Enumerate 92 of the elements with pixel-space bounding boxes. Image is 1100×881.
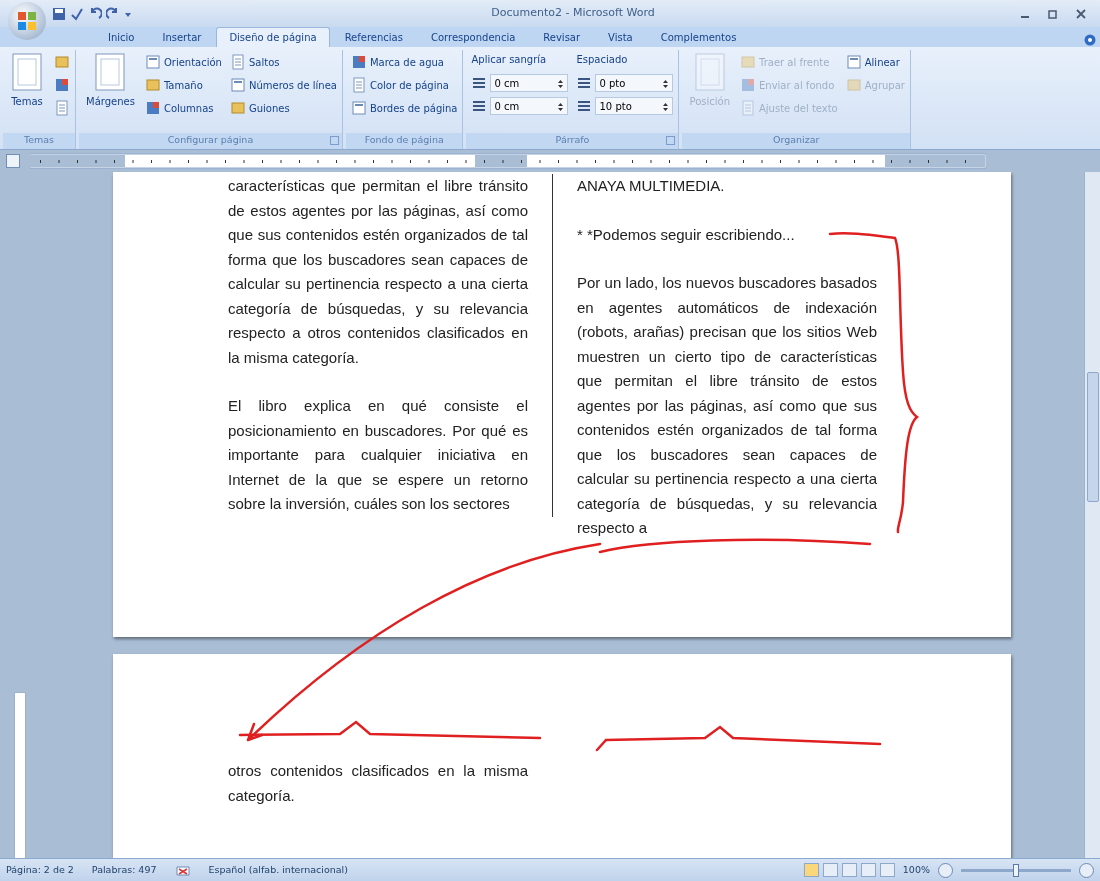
page-icon <box>10 52 44 92</box>
document-icon <box>845 54 862 70</box>
redo-icon[interactable] <box>106 6 120 21</box>
group-label: Fondo de página <box>345 133 463 149</box>
spin-field[interactable]: 0 cm <box>490 97 569 115</box>
group-label: Párrafo <box>466 133 679 149</box>
group-label: Organizar <box>682 133 910 149</box>
ribbon-button[interactable] <box>54 98 70 118</box>
spinner-arrows-icon[interactable] <box>557 101 565 113</box>
help-icon[interactable] <box>1084 34 1096 46</box>
group-heading: Espaciado <box>576 53 629 67</box>
ribbon-tab[interactable]: Insertar <box>149 27 215 47</box>
group-label: Configurar página <box>79 133 342 149</box>
paragraph: El libro explica en qué consiste el posicionamiento en buscadores. Por qué es importante para cualquier iniciativa en Internet de la que se espere un retorno sobre la inversión, cuáles son los sectores <box>228 396 528 514</box>
group-label: Temas <box>3 133 75 149</box>
tab-selector-button[interactable] <box>6 154 20 168</box>
indent-icon <box>471 76 488 90</box>
paragraph: Por un lado, los nuevos buscadores basados en agentes automáticos de indexación (robots, arañas) precisan que los sitios Web muestren un cierto tipo de características que permitan el libre tránsito de estos agentes por las páginas, así como que sus contenidos estén organizados de tal forma que los buscadores sean capaces de calcular su pertinencia respecto a una cierta categoría de búsquedas, y su relevancia respecto a <box>577 273 877 538</box>
folder-icon <box>54 54 70 70</box>
color-squares-icon <box>54 77 70 93</box>
word-count: Palabras: 497 <box>91 862 157 877</box>
ribbon-tab[interactable]: Referencias <box>331 27 416 47</box>
ribbon-tab[interactable]: Inicio <box>95 27 148 47</box>
zoom-in-button[interactable] <box>1079 862 1094 878</box>
ribbon-button[interactable]: Guiones <box>229 98 337 118</box>
view-button[interactable] <box>841 863 857 877</box>
language-label[interactable]: Español (alfab. internacional) <box>208 862 348 878</box>
paragraph: ANAYA MULTIMEDIA. <box>577 176 726 196</box>
page-icon <box>229 54 246 70</box>
spinner-arrows-icon[interactable] <box>557 78 565 90</box>
spinner-arrows-icon[interactable] <box>662 78 670 90</box>
document-icon <box>229 77 246 93</box>
restore-icon[interactable] <box>1048 8 1058 19</box>
ribbon-tab[interactable]: Revisar <box>530 27 594 47</box>
ribbon-button[interactable]: Bordes de página <box>350 98 458 118</box>
spin-field[interactable]: 0 pto <box>595 74 674 92</box>
dialog-launcher-button[interactable] <box>329 136 339 145</box>
scrollbar-thumb[interactable] <box>1086 372 1099 502</box>
office-button[interactable] <box>8 1 46 40</box>
folder-icon <box>144 77 161 93</box>
paragraph: características que permitan el libre tránsito de estos agentes por las páginas, así como que sus contenidos estén organizados de tal forma que los buscadores sean capaces de calcular su pertinencia respecto a una cierta categoría de búsquedas, y su relevancia respecto a otros contenidos clasificados en la misma categoría. <box>228 176 528 368</box>
page-icon <box>692 52 727 92</box>
view-button[interactable] <box>860 863 876 877</box>
zoom-out-button[interactable] <box>938 862 953 878</box>
window-title: Documento2 - Microsoft Word <box>490 5 656 22</box>
ribbon-button[interactable]: Temas <box>8 52 46 109</box>
page-icon <box>740 100 756 116</box>
ribbon-button[interactable]: Saltos <box>229 52 337 72</box>
ribbon-button[interactable]: Márgenes <box>84 52 137 109</box>
ribbon-button[interactable]: Tamaño <box>144 75 222 95</box>
folder-icon <box>740 54 756 70</box>
view-button[interactable] <box>822 863 838 877</box>
folder-icon <box>229 100 246 116</box>
spelling-icon[interactable] <box>174 863 191 877</box>
ribbon-button[interactable]: Alinear <box>845 52 905 72</box>
undo-icon[interactable] <box>88 6 102 21</box>
ribbon-button[interactable]: Color de página <box>350 75 458 95</box>
spin-field[interactable]: 0 cm <box>490 74 569 92</box>
document-icon <box>144 54 161 70</box>
ribbon-tab[interactable]: Vista <box>595 27 646 47</box>
page-icon <box>93 52 128 92</box>
ribbon-tab[interactable]: Correspondencia <box>417 27 529 47</box>
indent-icon <box>576 76 593 90</box>
paragraph: otros contenidos clasificados en la misma categoría. <box>228 761 528 806</box>
save-icon[interactable] <box>52 6 66 21</box>
office-logo-icon[interactable] <box>16 9 38 32</box>
page-icon <box>350 77 367 93</box>
color-squares-icon <box>350 54 367 70</box>
indent-icon <box>471 99 488 113</box>
ribbon-tab[interactable]: Complementos <box>647 27 750 47</box>
ribbon-tab[interactable]: Diseño de página <box>216 27 330 47</box>
folder-icon <box>845 77 862 93</box>
dialog-launcher-button[interactable] <box>666 136 676 145</box>
ribbon-button[interactable]: Orientación <box>144 52 222 72</box>
color-squares-icon <box>740 77 756 93</box>
view-button[interactable] <box>879 863 895 877</box>
close-icon[interactable] <box>1076 8 1086 19</box>
document-icon <box>350 100 367 116</box>
ribbon-button[interactable]: Columnas <box>144 98 222 118</box>
indent-icon <box>576 99 593 113</box>
color-squares-icon <box>144 100 161 116</box>
check-icon[interactable] <box>70 6 84 21</box>
ribbon-button[interactable]: Números de línea <box>229 75 337 95</box>
zoom-level[interactable]: 100% <box>902 862 930 878</box>
group-heading: Aplicar sangría <box>471 53 548 67</box>
spin-field[interactable]: 10 pto <box>595 97 674 115</box>
slider-thumb[interactable] <box>1013 863 1019 877</box>
page-count: Página: 2 de 2 <box>6 862 74 877</box>
page-icon <box>54 100 70 116</box>
spinner-arrows-icon[interactable] <box>662 101 670 113</box>
paragraph: * *Podemos seguir escribiendo... <box>577 224 796 245</box>
ribbon-button[interactable]: Marca de agua <box>350 52 458 72</box>
